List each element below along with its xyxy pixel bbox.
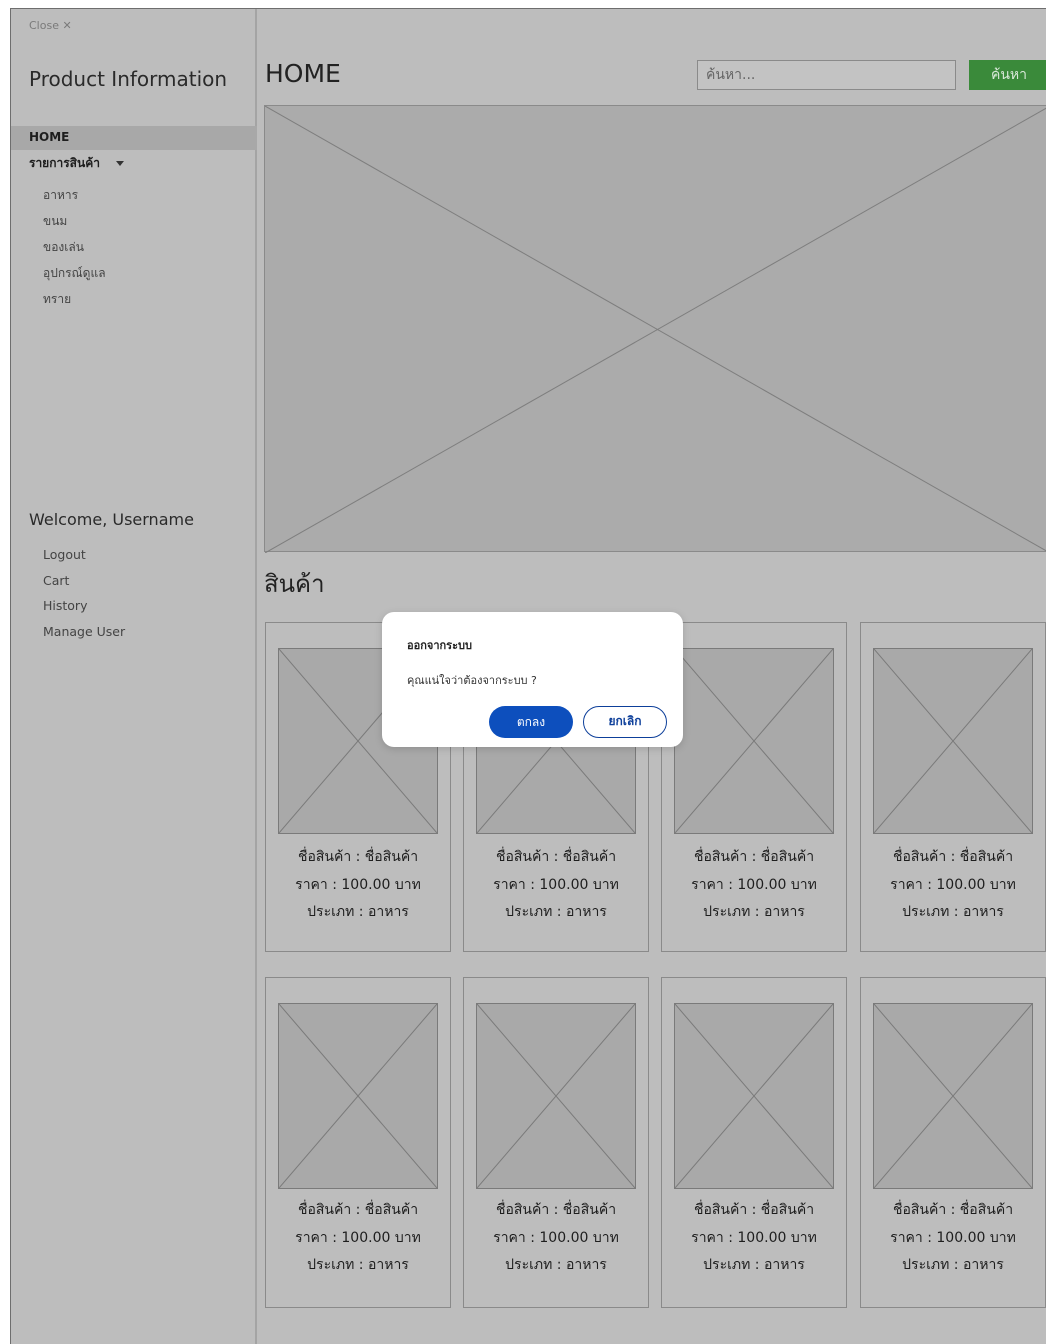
category-item-sand[interactable]: ทราย — [43, 291, 106, 317]
history-link[interactable]: History — [43, 598, 125, 624]
product-image-placeholder — [674, 648, 834, 834]
image-placeholder-icon — [675, 649, 833, 833]
product-image-placeholder — [476, 1003, 636, 1189]
category-item-food[interactable]: อาหาร — [43, 187, 106, 213]
dialog-message: คุณแน่ใจว่าต้องจากระบบ ? — [407, 674, 537, 687]
product-price: ราคา : 100.00 บาท — [691, 1229, 817, 1246]
caret-down-icon — [116, 161, 125, 166]
product-card[interactable]: ชื่อสินค้า : ชื่อสินค้า ราคา : 100.00 บา… — [265, 977, 451, 1308]
product-price: ราคา : 100.00 บาท — [493, 1229, 619, 1246]
search-input[interactable] — [697, 60, 956, 90]
dialog-title: ออกจากระบบ — [407, 639, 472, 652]
image-placeholder-icon — [279, 1004, 437, 1188]
page-title: HOME — [265, 59, 341, 88]
product-type: ประเภท : อาหาร — [307, 904, 409, 920]
product-name: ชื่อสินค้า : ชื่อสินค้า — [693, 849, 815, 865]
product-image-placeholder — [674, 1003, 834, 1189]
image-placeholder-icon — [874, 1004, 1032, 1188]
product-price: ราคา : 100.00 บาท — [295, 1229, 421, 1246]
category-item-toys[interactable]: ของเล่น — [43, 239, 106, 265]
close-sidebar-link[interactable]: Close ✕ — [29, 19, 72, 32]
search-button[interactable]: ค้นหา — [969, 60, 1046, 90]
product-name: ชื่อสินค้า : ชื่อสินค้า — [892, 1202, 1014, 1218]
manage-user-link[interactable]: Manage User — [43, 624, 125, 650]
hero-image-placeholder — [264, 105, 1046, 553]
nav-item-products[interactable]: รายการสินค้า — [29, 154, 125, 173]
image-placeholder-icon — [874, 649, 1032, 833]
product-type: ประเภท : อาหาร — [703, 1257, 805, 1273]
product-name: ชื่อสินค้า : ชื่อสินค้า — [495, 849, 617, 865]
product-name: ชื่อสินค้า : ชื่อสินค้า — [297, 849, 419, 865]
welcome-text: Welcome, Username — [29, 510, 194, 529]
logout-link[interactable]: Logout — [43, 547, 125, 573]
product-price: ราคา : 100.00 บาท — [890, 1229, 1016, 1246]
cart-link[interactable]: Cart — [43, 573, 125, 599]
product-name: ชื่อสินค้า : ชื่อสินค้า — [892, 849, 1014, 865]
product-image-placeholder — [873, 1003, 1033, 1189]
product-type: ประเภท : อาหาร — [902, 904, 1004, 920]
nav-item-home-label: HOME — [29, 130, 70, 144]
category-item-care[interactable]: อุปกรณ์ดูแล — [43, 265, 106, 291]
product-card[interactable]: ชื่อสินค้า : ชื่อสินค้า ราคา : 100.00 บา… — [860, 977, 1046, 1308]
product-category-list: อาหาร ขนม ของเล่น อุปกรณ์ดูแล ทราย — [43, 187, 106, 317]
app-frame: Close ✕ Product Information HOME รายการส… — [10, 8, 1046, 1344]
products-section-title: สินค้า — [264, 570, 325, 598]
product-type: ประเภท : อาหาร — [902, 1257, 1004, 1273]
product-card[interactable]: ชื่อสินค้า : ชื่อสินค้า ราคา : 100.00 บา… — [661, 622, 847, 952]
image-placeholder-icon — [265, 106, 1046, 553]
product-price: ราคา : 100.00 บาท — [295, 876, 421, 893]
product-name: ชื่อสินค้า : ชื่อสินค้า — [495, 1202, 617, 1218]
confirm-button[interactable]: ตกลง — [489, 706, 573, 738]
sidebar: Close ✕ Product Information HOME รายการส… — [11, 9, 257, 1344]
product-price: ราคา : 100.00 บาท — [493, 876, 619, 893]
product-type: ประเภท : อาหาร — [505, 1257, 607, 1273]
product-image-placeholder — [873, 648, 1033, 834]
product-type: ประเภท : อาหาร — [307, 1257, 409, 1273]
product-card[interactable]: ชื่อสินค้า : ชื่อสินค้า ราคา : 100.00 บา… — [463, 977, 649, 1308]
user-menu: Logout Cart History Manage User — [43, 547, 125, 649]
category-item-snack[interactable]: ขนม — [43, 213, 106, 239]
cancel-button[interactable]: ยกเลิก — [583, 706, 667, 738]
product-type: ประเภท : อาหาร — [703, 904, 805, 920]
logout-confirm-dialog: ออกจากระบบ คุณแน่ใจว่าต้องจากระบบ ? ตกลง… — [382, 612, 683, 747]
product-price: ราคา : 100.00 บาท — [691, 876, 817, 893]
product-image-placeholder — [278, 1003, 438, 1189]
product-name: ชื่อสินค้า : ชื่อสินค้า — [297, 1202, 419, 1218]
image-placeholder-icon — [675, 1004, 833, 1188]
image-placeholder-icon — [477, 1004, 635, 1188]
product-name: ชื่อสินค้า : ชื่อสินค้า — [693, 1202, 815, 1218]
nav-item-home[interactable]: HOME — [11, 126, 257, 150]
nav-item-products-label: รายการสินค้า — [29, 156, 100, 170]
product-type: ประเภท : อาหาร — [505, 904, 607, 920]
product-price: ราคา : 100.00 บาท — [890, 876, 1016, 893]
sidebar-title: Product Information — [29, 67, 228, 91]
product-card[interactable]: ชื่อสินค้า : ชื่อสินค้า ราคา : 100.00 บา… — [860, 622, 1046, 952]
product-card[interactable]: ชื่อสินค้า : ชื่อสินค้า ราคา : 100.00 บา… — [661, 977, 847, 1308]
